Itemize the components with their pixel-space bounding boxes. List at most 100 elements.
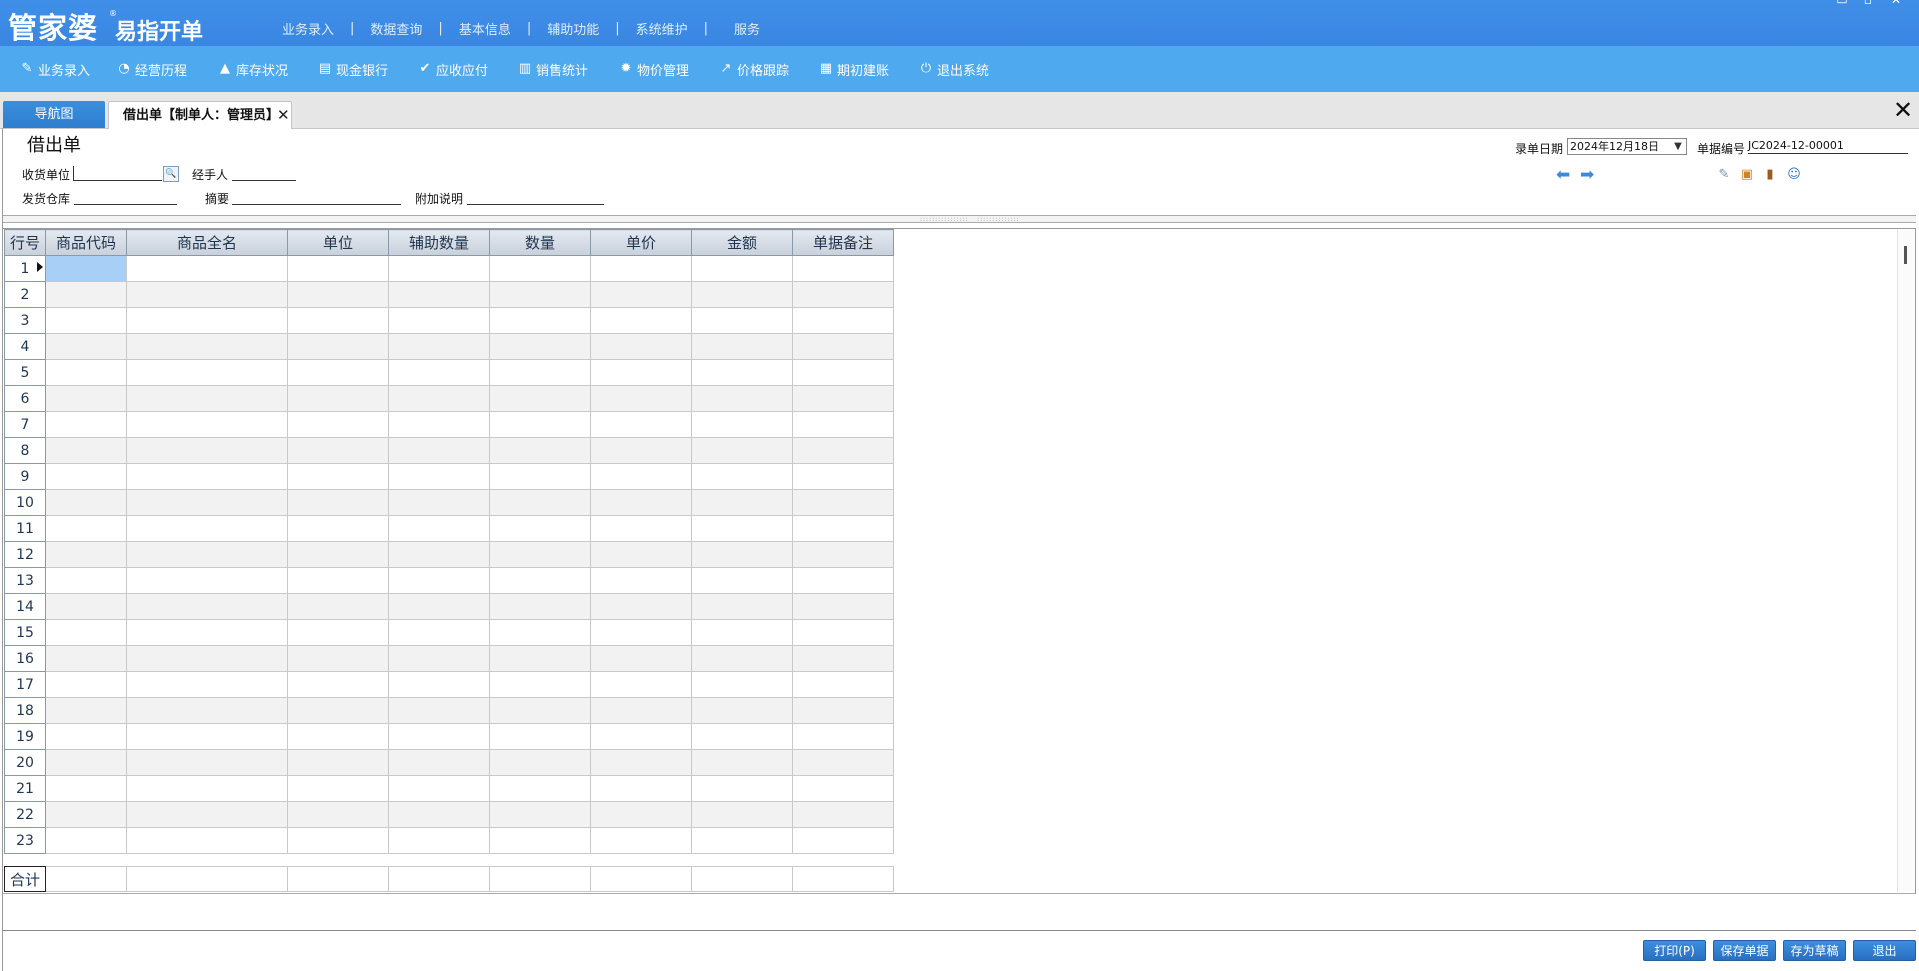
grid-cell[interactable] [489, 463, 591, 490]
grid-cell[interactable] [388, 333, 490, 360]
table-row[interactable]: 20 [4, 749, 894, 776]
grid-cell[interactable] [126, 541, 288, 568]
grid-cell[interactable] [691, 307, 793, 334]
table-row[interactable]: 10 [4, 489, 894, 516]
grid-cell[interactable] [792, 749, 894, 776]
grid-cell[interactable] [287, 281, 389, 308]
grid-cell[interactable] [489, 801, 591, 828]
grid-cell[interactable] [489, 385, 591, 412]
grid-cell[interactable] [691, 489, 793, 516]
grid-cell[interactable] [489, 411, 591, 438]
grid-cell[interactable] [489, 567, 591, 594]
grid-cell[interactable] [287, 697, 389, 724]
table-row[interactable]: 4 [4, 333, 894, 360]
grid-cell[interactable] [691, 723, 793, 750]
grid-cell[interactable] [691, 671, 793, 698]
grid-cell[interactable] [489, 593, 591, 620]
grid-cell[interactable] [388, 619, 490, 646]
grid-cell[interactable] [792, 593, 894, 620]
grid-cell[interactable] [792, 567, 894, 594]
table-row[interactable]: 21 [4, 775, 894, 802]
column-header[interactable]: 辅助数量 [388, 229, 490, 256]
grid-cell[interactable] [287, 723, 389, 750]
grid-cell[interactable] [792, 619, 894, 646]
grid-cell[interactable] [792, 281, 894, 308]
grid-cell[interactable] [126, 307, 288, 334]
grid-cell[interactable] [489, 307, 591, 334]
grid-cell[interactable] [590, 723, 692, 750]
grid-cell[interactable] [691, 645, 793, 672]
exit-button[interactable]: 退出 [1853, 940, 1916, 961]
grid-cell[interactable] [126, 593, 288, 620]
table-row[interactable]: 7 [4, 411, 894, 438]
grid-cell[interactable] [126, 489, 288, 516]
grid-cell[interactable] [126, 515, 288, 542]
column-header[interactable]: 单据备注 [792, 229, 894, 256]
grid-cell[interactable] [45, 281, 127, 308]
table-row[interactable]: 15 [4, 619, 894, 646]
minimize-icon[interactable]: ▭ [1835, 0, 1849, 6]
grid-cell[interactable] [590, 567, 692, 594]
grid-cell[interactable] [45, 489, 127, 516]
grid-cell[interactable] [590, 697, 692, 724]
grid-cell[interactable] [590, 333, 692, 360]
grid-cell[interactable] [590, 385, 692, 412]
table-row[interactable]: 1 [4, 255, 894, 282]
grid-cell[interactable] [388, 801, 490, 828]
grid-cell[interactable] [287, 385, 389, 412]
grid-cell[interactable] [45, 567, 127, 594]
grid-cell[interactable] [489, 281, 591, 308]
grid-cell[interactable] [388, 775, 490, 802]
grid-cell[interactable] [691, 749, 793, 776]
grid-cell[interactable] [489, 437, 591, 464]
grid-cell[interactable] [691, 619, 793, 646]
grid-cell[interactable] [388, 697, 490, 724]
column-header[interactable]: 行号 [4, 229, 46, 256]
table-row[interactable]: 3 [4, 307, 894, 334]
grid-cell[interactable] [691, 775, 793, 802]
table-row[interactable]: 12 [4, 541, 894, 568]
grid-cell[interactable] [590, 515, 692, 542]
toolbar-exit-system[interactable]: ⏻ 退出系统 [919, 60, 989, 79]
edit-icon[interactable]: ✎ [1716, 167, 1732, 183]
grid-cell[interactable] [126, 749, 288, 776]
grid-cell[interactable] [388, 307, 490, 334]
table-row[interactable]: 6 [4, 385, 894, 412]
grid-cell[interactable] [590, 541, 692, 568]
grid-cell[interactable] [287, 541, 389, 568]
grid-cell[interactable] [792, 775, 894, 802]
grid-cell[interactable] [792, 489, 894, 516]
grid-cell[interactable] [45, 775, 127, 802]
search-icon[interactable]: 🔍 [163, 166, 179, 182]
grid-cell[interactable] [590, 827, 692, 854]
toolbar-business-entry[interactable]: ✎ 业务录入 [20, 60, 90, 79]
grid-cell[interactable] [45, 619, 127, 646]
top-menu-system-maintenance[interactable]: 系统维护 [630, 19, 694, 38]
grid-cell[interactable] [126, 827, 288, 854]
grid-cell[interactable] [45, 723, 127, 750]
grid-cell[interactable] [45, 541, 127, 568]
grid-cell[interactable] [590, 801, 692, 828]
grid-cell[interactable] [792, 411, 894, 438]
grid-cell[interactable] [45, 463, 127, 490]
grid-cell[interactable] [489, 723, 591, 750]
top-menu-service[interactable]: 服务 [718, 19, 766, 38]
tab-navigation-map[interactable]: 导航图 [3, 101, 105, 128]
grid-cell[interactable] [489, 697, 591, 724]
grid-cell[interactable] [287, 671, 389, 698]
grid-cell[interactable] [590, 255, 692, 282]
toolbar-business-history[interactable]: ◔ 经营历程 [117, 60, 187, 79]
arrow-left-icon[interactable]: ⬅ [1556, 166, 1570, 184]
grid-cell[interactable] [287, 749, 389, 776]
grid-cell[interactable] [590, 645, 692, 672]
grid-cell[interactable] [287, 645, 389, 672]
grid-cell[interactable] [792, 359, 894, 386]
grid-cell[interactable] [489, 541, 591, 568]
grid-cell[interactable] [126, 645, 288, 672]
grid-cell[interactable] [287, 307, 389, 334]
receiver-input[interactable] [73, 166, 162, 181]
grid-cell[interactable] [388, 437, 490, 464]
grid-cell[interactable] [691, 411, 793, 438]
grid-cell[interactable] [792, 437, 894, 464]
user-icon[interactable]: ☺ [1786, 167, 1802, 183]
